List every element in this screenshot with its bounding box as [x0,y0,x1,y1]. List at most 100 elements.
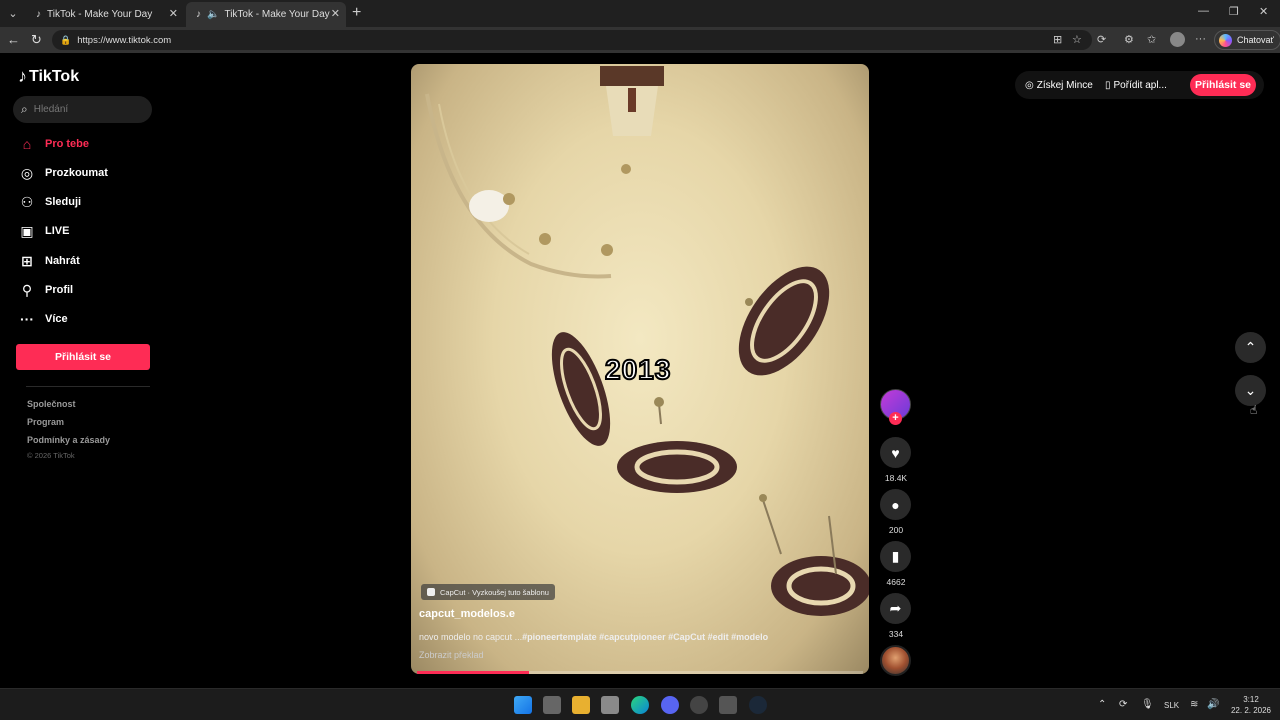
url-field[interactable]: 🔒 https://www.tiktok.com [52,30,1092,50]
back-icon[interactable]: ← [7,32,20,47]
get-coins-button[interactable]: ◎ Získej Mince [1025,80,1093,91]
sidebar-item-label: Prozkoumat [45,167,108,179]
search-input[interactable]: ⌕ Hledání [13,96,152,123]
start-icon[interactable] [514,696,532,714]
video-description: novo modelo no capcut ...#pioneertemplat… [419,632,768,642]
follow-plus-icon[interactable]: + [889,412,902,425]
previous-video-button[interactable]: ⌃ [1235,332,1266,363]
share-button[interactable]: ➦ [880,593,911,624]
chevron-up-icon: ⌃ [1244,339,1257,355]
share-count: 334 [888,629,904,639]
task-view-icon[interactable] [543,696,561,714]
profile-avatar[interactable] [1170,32,1185,47]
browser-essentials-icon[interactable]: ⚙ [1124,33,1134,46]
site-info-icon[interactable]: 🔒 [60,35,71,46]
chatgpt-icon[interactable] [690,696,708,714]
address-bar-row: ← ↻ 🔒 https://www.tiktok.com ⊞ ☆ ⟳ ⚙ ✩ ·… [0,27,1280,53]
copilot-label: Chatovať [1237,35,1274,45]
phone-icon: ▯ [1105,80,1111,91]
file-explorer-icon[interactable] [572,696,590,714]
home-icon: ⌂ [22,136,32,152]
browser-tab-2[interactable]: ♪ 🔈 TikTok - Make Your Day ✕ [186,2,346,27]
video-author[interactable]: capcut_modelos.e [419,608,515,620]
sidebar-item-label: Nahrát [45,255,80,267]
discord-icon[interactable] [661,696,679,714]
favorite-star-icon[interactable]: ☆ [1072,33,1082,46]
heart-icon: ♥ [891,444,900,461]
capcut-template-chip[interactable]: CapCut · Vyzkoušej tuto šablonu [421,584,555,600]
restore-icon[interactable]: ❐ [1229,5,1239,18]
get-app-button[interactable]: ▯ Pořídit apl... [1105,80,1167,91]
comment-icon: ● [891,496,900,513]
browser-tab-bar: ⌄ ♪ TikTok - Make Your Day ✕ ♪ 🔈 TikTok … [0,0,1280,27]
store-icon[interactable] [601,696,619,714]
close-tab-icon[interactable]: ✕ [331,7,340,20]
close-window-icon[interactable]: ✕ [1259,5,1268,18]
footer-link-terms[interactable]: Podmínky a zásady [27,435,110,445]
share-icon: ➦ [889,600,902,616]
sidebar-item-explore[interactable]: ◎ Prozkoumat [18,163,108,183]
network-sync-icon[interactable]: ⟳ [1119,699,1127,710]
header-login-button[interactable]: Přihlásit se [1190,74,1256,96]
language-indicator[interactable]: SLK [1164,701,1179,710]
browser-tab-1[interactable]: ♪ TikTok - Make Your Day ✕ [26,2,184,27]
next-video-button[interactable]: ⌄ [1235,375,1266,406]
music-disc-avatar[interactable] [880,645,911,676]
sidebar-item-upload[interactable]: ⊞ Nahrát [18,251,80,271]
sidebar-item-label: LIVE [45,225,70,237]
extensions-icon[interactable]: ⟳ [1097,33,1106,46]
settings-more-icon[interactable]: ··· [1195,33,1206,45]
save-count: 4662 [886,577,906,587]
bookmark-icon: ▮ [891,548,900,564]
close-tab-icon[interactable]: ✕ [169,7,178,20]
tab-actions-menu-icon[interactable]: ⌄ [4,5,22,23]
url-text: https://www.tiktok.com [77,34,172,46]
footer-link-company[interactable]: Společnost [27,399,76,409]
sidebar-item-live[interactable]: ▣ LIVE [18,221,69,241]
get-coins-label: Získej Mince [1036,80,1093,91]
edge-icon[interactable] [631,696,649,714]
app-icon[interactable] [719,696,737,714]
sidebar-divider [26,386,150,387]
comment-count: 200 [888,525,904,535]
capcut-icon [427,588,435,596]
speaker-icon[interactable]: 🔈 [207,9,219,20]
favorites-icon[interactable]: ✩ [1147,33,1156,46]
microphone-icon[interactable]: 🎙 [1141,699,1154,710]
steam-icon[interactable] [749,696,767,714]
tiktok-logo[interactable]: ♪ TikTok [18,66,79,87]
footer-link-program[interactable]: Program [27,417,64,427]
comment-button[interactable]: ● [880,489,911,520]
app-available-icon[interactable]: ⊞ [1053,33,1062,46]
sidebar-item-label: Pro tebe [45,138,90,150]
chip-label: CapCut · Vyzkoušej tuto šablonu [440,587,549,597]
minimize-icon[interactable]: — [1198,5,1209,17]
copyright-text: © 2026 TikTok [27,451,75,460]
sidebar-item-profile[interactable]: ⚲ Profil [18,280,73,300]
copilot-button[interactable]: Chatovať [1214,30,1280,50]
tiktok-page: ♪ TikTok ⌕ Hledání ⌂ Pro tebe ◎ Prozkoum… [0,53,1280,688]
video-progress-fill [417,671,529,674]
search-placeholder: Hledání [33,104,69,115]
save-button[interactable]: ▮ [880,541,911,572]
tray-chevron-icon[interactable]: ⌃ [1098,699,1106,710]
sidebar-item-following[interactable]: ⚇ Sleduji [18,192,81,212]
volume-icon[interactable]: 🔊 [1207,699,1219,710]
description-text: novo modelo no capcut ... [419,632,523,642]
video-progress-bar[interactable] [417,671,863,674]
new-tab-icon[interactable]: + [352,4,361,22]
sidebar-item-for-you[interactable]: ⌂ Pro tebe [18,134,89,154]
windows-taskbar: ⌃ ⟳ 🎙 SLK ≋ 🔊 3:12 22. 2. 2026 [0,688,1280,720]
like-button[interactable]: ♥ [880,437,911,468]
show-translation-link[interactable]: Zobrazit překlad [419,650,484,660]
video-player[interactable]: 2013 CapCut · Vyzkoušej tuto šablonu cap… [411,64,869,674]
sidebar-login-button[interactable]: Přihlásit se [16,344,150,370]
refresh-icon[interactable]: ↻ [31,32,42,48]
sidebar-item-more[interactable]: ··· Více [18,309,68,329]
sidebar-item-label: Sleduji [45,196,82,208]
description-hashtags[interactable]: #pioneertemplate #capcutpioneer #CapCut … [522,632,768,642]
copilot-icon [1219,33,1232,47]
system-clock[interactable]: 3:12 22. 2. 2026 [1224,694,1278,716]
wifi-icon[interactable]: ≋ [1190,699,1198,710]
get-app-label: Pořídit apl... [1113,80,1167,91]
